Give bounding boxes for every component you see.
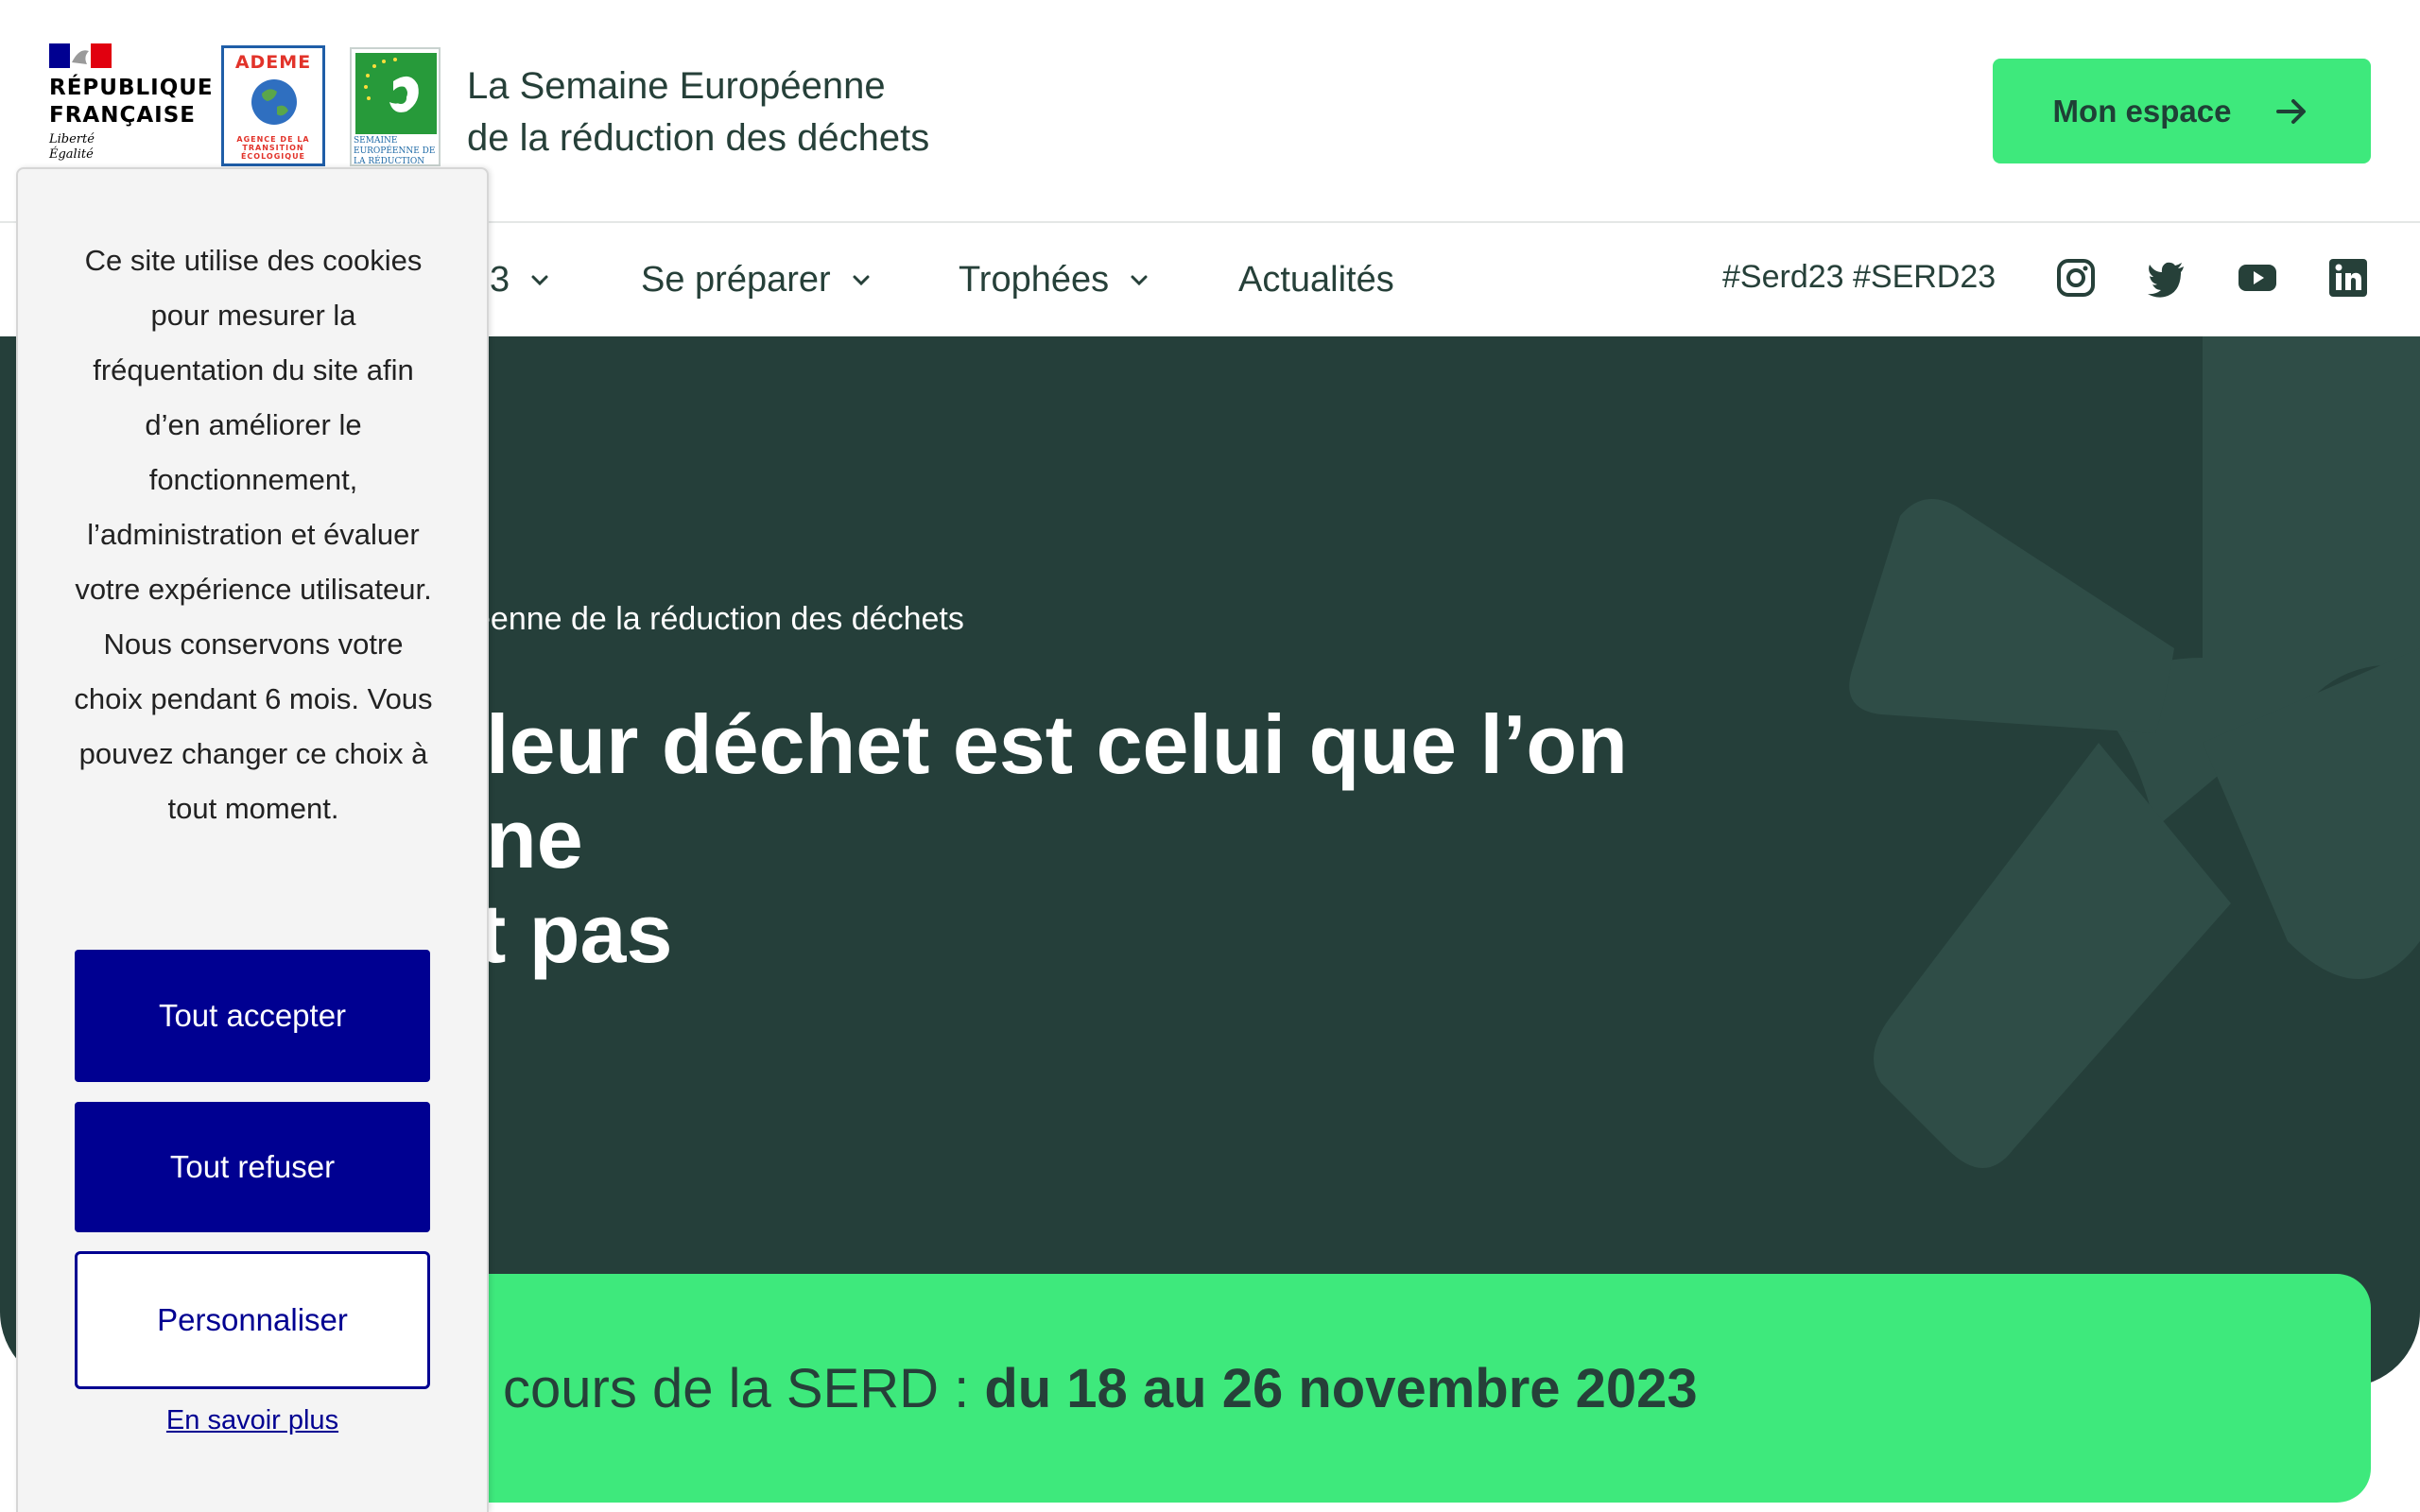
arrow-right-icon — [2276, 98, 2307, 124]
nav-item-label: Trophées — [959, 259, 1110, 300]
nav-item-label: 3 — [490, 259, 510, 300]
ademe-name: ADEME — [234, 52, 312, 73]
nav-item-actualites[interactable]: Actualités — [1238, 253, 1394, 306]
serd-subtitle: SEMAINE EUROPÉENNE DE LA RÉDUCTION DES D… — [354, 136, 436, 166]
rf-motto-line2: Égalité — [49, 147, 94, 162]
chevron-down-icon — [531, 275, 548, 286]
asterisk-decoration-icon — [1849, 336, 2420, 1168]
rf-motto-line1: Liberté — [49, 132, 95, 146]
hashtags[interactable]: #Serd23 #SERD23 — [1722, 259, 1996, 296]
twitter-icon[interactable] — [2146, 257, 2187, 299]
customize-button[interactable]: Personnaliser — [75, 1251, 430, 1389]
serd-emblem — [355, 53, 437, 134]
hero-title: leur déchet est celui que l’on ne t pas — [397, 697, 1720, 981]
serd-logo[interactable]: SEMAINE EUROPÉENNE DE LA RÉDUCTION DES D… — [350, 47, 441, 166]
republique-francaise-logo[interactable]: RÉPUBLIQUE FRANÇAISE Liberté Égalité — [47, 43, 213, 166]
dates-banner-dates: du 18 au 26 novembre 2023 — [984, 1358, 1698, 1419]
cookie-message: Ce site utilise des cookies pour mesurer… — [74, 244, 433, 825]
youtube-icon[interactable] — [2237, 257, 2278, 299]
cookie-consent-panel: Ce site utilise des cookies pour mesurer… — [16, 167, 489, 1512]
ademe-subtitle: AGENCE DE LA TRANSITION ÉCOLOGIQUE — [236, 135, 310, 161]
ademe-logo[interactable]: ADEME AGENCE DE LA TRANSITION ÉCOLOGIQUE — [221, 45, 325, 166]
serd-hand-icon — [364, 58, 419, 112]
nav-item-label: Actualités — [1238, 259, 1394, 300]
marianne-flag-icon — [49, 43, 112, 68]
dates-banner: cours de la SERD : du 18 au 26 novembre … — [293, 1274, 2371, 1503]
hero-kicker: éenne de la réduction des déchets — [473, 601, 964, 637]
rf-name-line1: RÉPUBLIQUE — [49, 76, 214, 100]
refuse-all-button[interactable]: Tout refuser — [75, 1102, 430, 1232]
dates-banner-text: cours de la SERD : du 18 au 26 novembre … — [503, 1357, 1698, 1420]
linkedin-icon[interactable] — [2327, 257, 2369, 299]
account-button-label: Mon espace — [2052, 93, 2232, 129]
rf-name-line2: FRANÇAISE — [49, 103, 196, 128]
chevron-down-icon — [853, 275, 870, 286]
hero-title-line2: t pas — [478, 886, 673, 980]
chevron-down-icon — [1131, 275, 1148, 286]
site-title-line1: La Semaine Européenne — [467, 65, 886, 107]
nav-item-edition[interactable]: 3 — [490, 253, 551, 306]
hero-title-line1: leur déchet est celui que l’on ne — [486, 697, 1628, 885]
globe-icon — [251, 79, 297, 125]
site-title[interactable]: La Semaine Européenne de la réduction de… — [467, 60, 929, 164]
nav-item-se-preparer[interactable]: Se préparer — [641, 253, 873, 306]
nav-item-label: Se préparer — [641, 259, 831, 300]
account-button[interactable]: Mon espace — [1993, 59, 2371, 163]
dates-banner-prefix: cours de la SERD : — [503, 1358, 985, 1419]
site-title-line2: de la réduction des déchets — [467, 117, 930, 159]
learn-more-link[interactable]: En savoir plus — [75, 1405, 430, 1436]
nav-item-trophees[interactable]: Trophées — [959, 253, 1150, 306]
instagram-icon[interactable] — [2055, 257, 2097, 299]
accept-all-button[interactable]: Tout accepter — [75, 950, 430, 1082]
